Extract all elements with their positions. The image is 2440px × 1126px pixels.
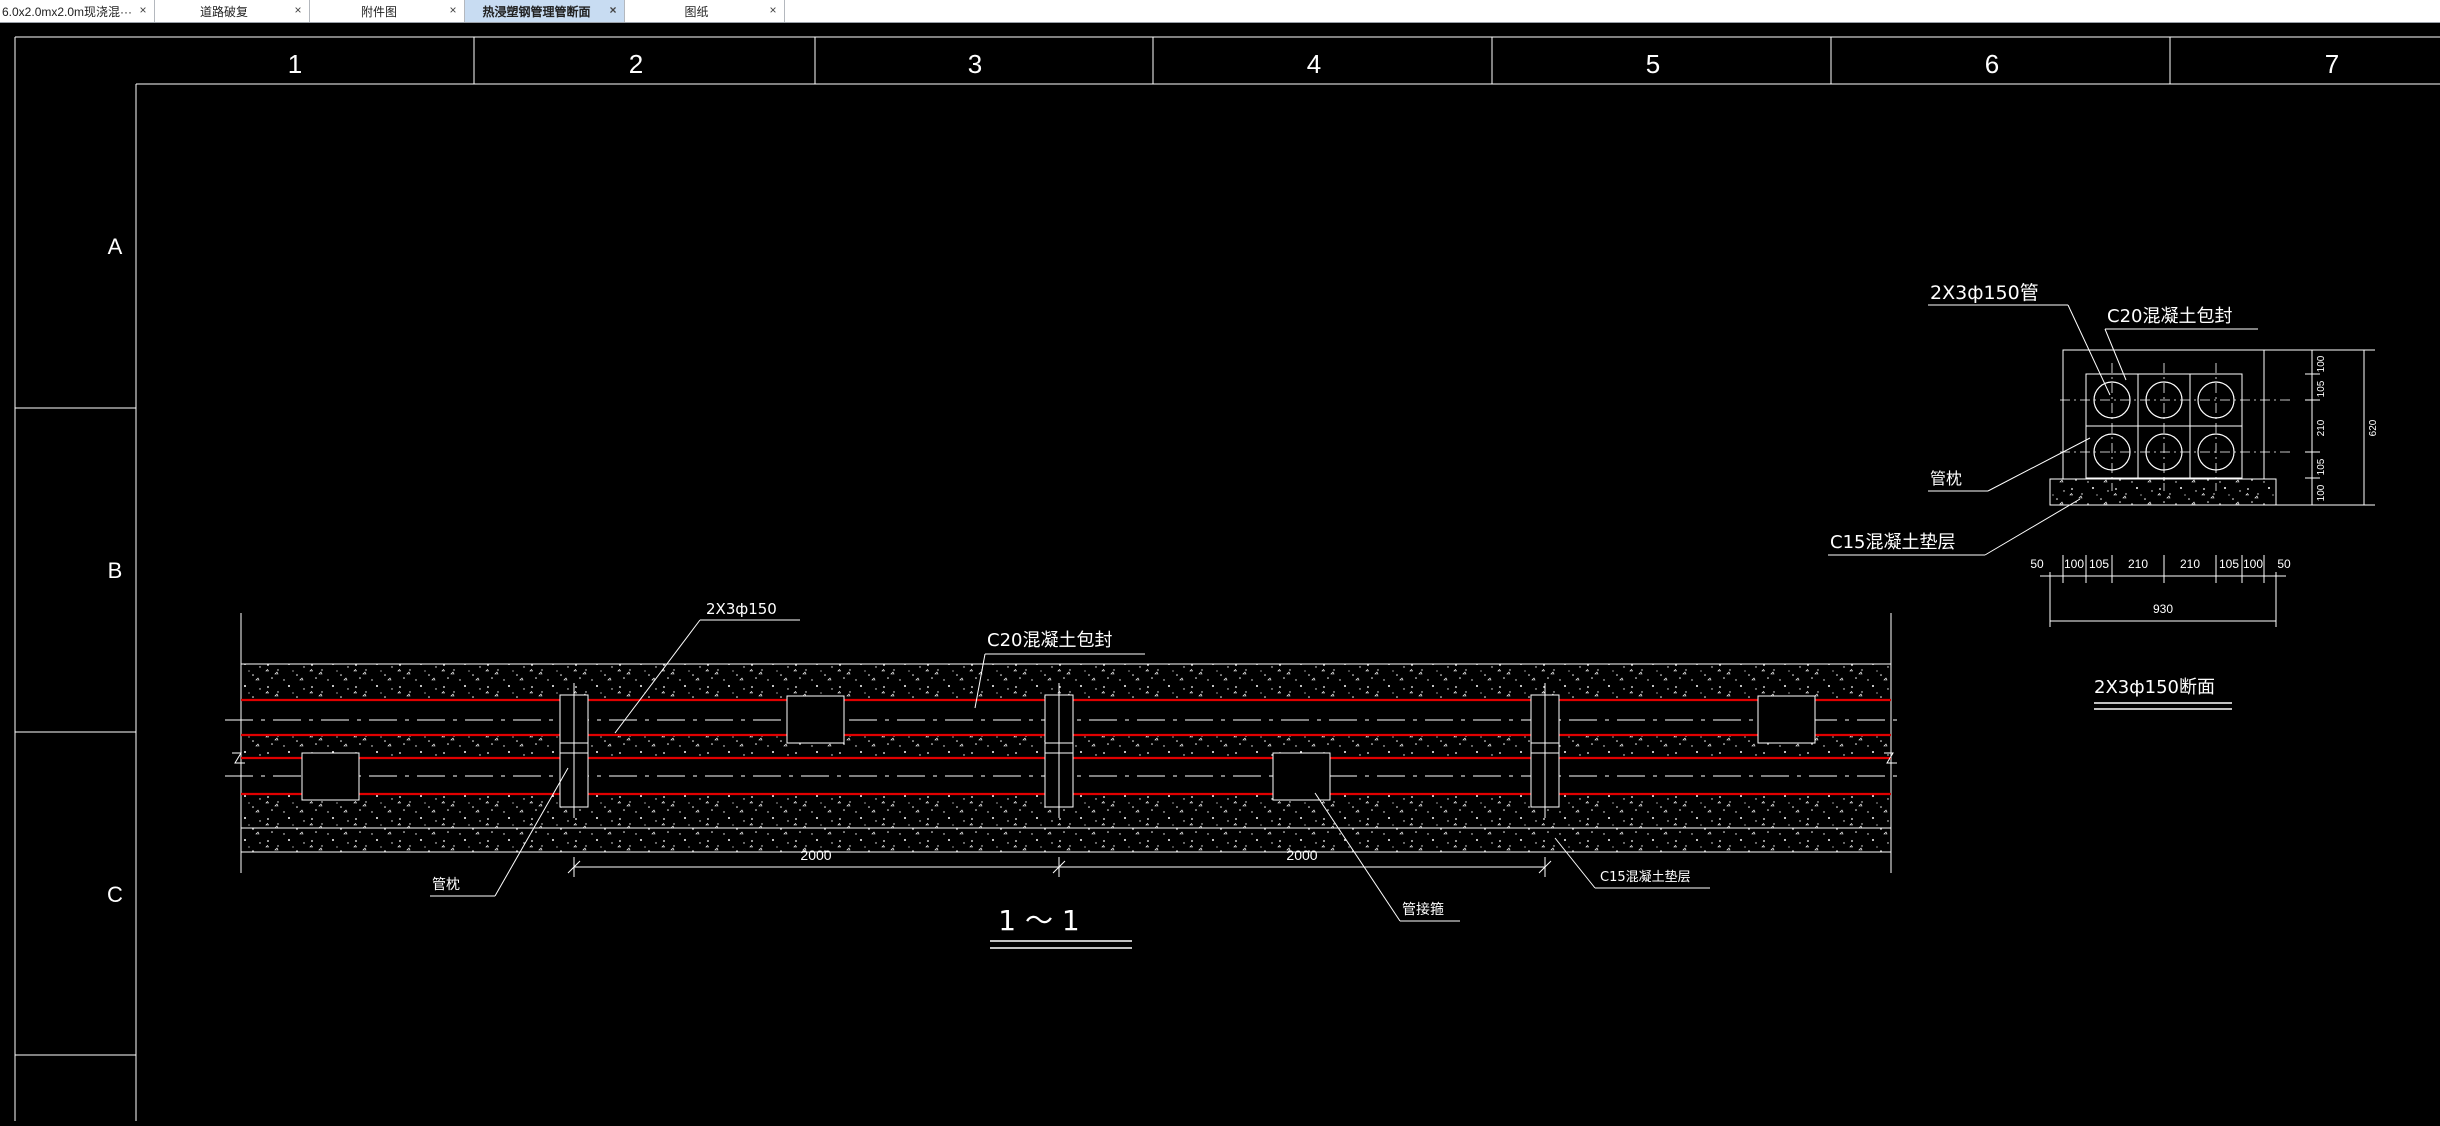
bottom-dim-text: 210 [2180,557,2200,571]
bottom-dim-text: 100 [2064,557,2084,571]
tab-pipe-section[interactable]: 热浸塑钢管理管断面 × [465,0,625,22]
joint-label: 管接箍 [1402,901,1444,918]
dimension-text: 2000 [1286,847,1317,863]
tab-label: 道路破复 [199,4,248,19]
drawing-frame [14,36,2440,1121]
document-tab-bar: 6.0x2.0mx2.0m现浇混··· × 道路破复 × 附件图 × 热浸塑钢管… [0,0,2440,23]
grid-col-label: 3 [968,49,982,79]
cad-drawing-canvas[interactable]: 1 2 3 4 5 6 7 A B C 2000 2000 2X3ф150 C2… [0,23,2440,1121]
cs-title: 2X3ф150断面 [2094,677,2215,698]
tab-label: 附件图 [360,4,397,19]
total-height-text: 620 [2368,419,2379,436]
side-dim-text: 105 [2316,458,2327,475]
side-dim-text: 100 [2316,355,2327,372]
close-icon[interactable]: × [137,3,149,17]
grid-col-label: 7 [2325,49,2339,79]
bottom-dim-text: 100 [2243,557,2263,571]
grid-row-label: C [107,882,123,907]
close-icon[interactable]: × [767,3,779,17]
cs-cushion-label: C15混凝土垫层 [1830,532,1955,553]
tab-label: 6.0x2.0mx2.0m现浇混··· [2,4,133,19]
longitudinal-section-view: 2000 2000 2X3ф150 C20混凝土包封 管枕 管接箍 C15混凝土… [225,600,1905,949]
close-icon[interactable]: × [292,3,304,17]
grid-col-label: 1 [288,49,302,79]
grid-col-label: 6 [1985,49,1999,79]
drawing-svg: 1 2 3 4 5 6 7 A B C 2000 2000 2X3ф150 C2… [14,36,2440,1121]
pipe-pillow-label: 管枕 [432,877,460,893]
tab-label: 图纸 [684,4,709,19]
cs-encasement-label: C20混凝土包封 [2107,306,2232,327]
grid-col-label: 5 [1646,49,1660,79]
side-dim-text: 100 [2316,484,2327,501]
grid-col-label: 4 [1307,49,1321,79]
cushion-layer [2049,478,2277,506]
side-dim-text: 105 [2316,380,2327,397]
tab-attachment-drawing[interactable]: 附件图 × [310,0,465,22]
bottom-dim-text: 105 [2219,557,2239,571]
section-title: 1 ～ 1 [998,904,1079,937]
close-icon[interactable]: × [447,3,459,17]
grid-row-label: A [108,234,123,259]
grid-row-label: B [108,558,123,583]
grid-col-label: 2 [629,49,643,79]
cs-pipe-label: 2X3ф150管 [1930,282,2039,304]
dimension-text: 2000 [800,847,831,863]
cs-pipe-pillow-label: 管枕 [1930,469,1962,488]
pipe-label: 2X3ф150 [706,600,777,618]
tab-road-repair[interactable]: 道路破复 × [155,0,310,22]
encasement-label: C20混凝土包封 [987,630,1112,651]
tab-label: 热浸塑钢管理管断面 [482,4,591,19]
close-icon[interactable]: × [607,3,619,17]
bottom-dim-text: 50 [2030,557,2044,571]
bottom-dim-text: 105 [2089,557,2109,571]
grid-row-labels: A B C [107,234,123,907]
bottom-dim-text: 210 [2128,557,2148,571]
bottom-dim-text: 50 [2277,557,2291,571]
tab-drawings[interactable]: 图纸 × [625,0,785,22]
total-width-text: 930 [2153,602,2173,616]
cushion-label: C15混凝土垫层 [1600,869,1691,885]
cross-section-view: 100 105 210 105 100 620 50 100 105 210 2… [1828,282,2379,710]
grid-column-labels: 1 2 3 4 5 6 7 [288,49,2339,79]
dimension-lines [567,857,1552,877]
encasement-outline [2062,349,2265,480]
tab-concrete-box[interactable]: 6.0x2.0mx2.0m现浇混··· × [0,0,155,22]
side-dim-text: 210 [2316,419,2327,436]
